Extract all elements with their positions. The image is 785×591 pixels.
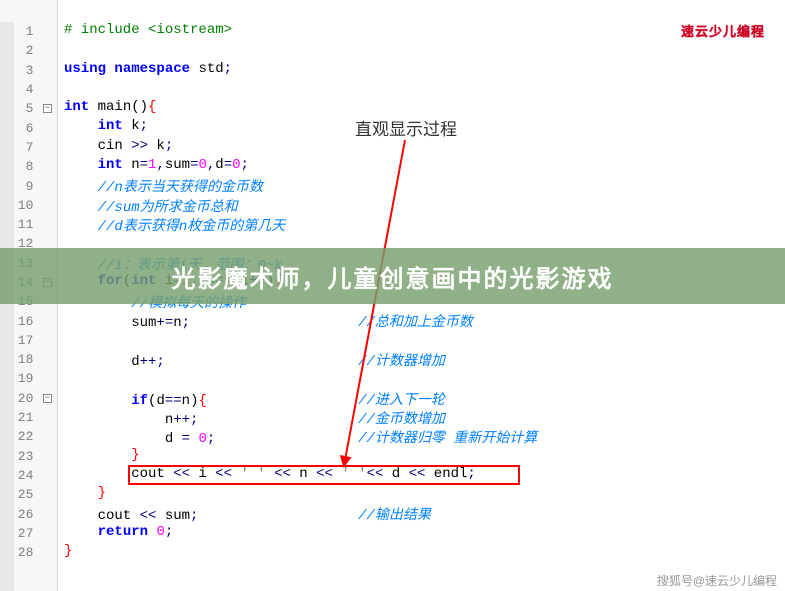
fold-toggle-icon[interactable]: −: [43, 394, 52, 403]
code-line[interactable]: [64, 369, 785, 388]
breakpoint-margin[interactable]: [0, 22, 14, 591]
logo-sub: 少儿编程: [709, 24, 765, 39]
code-line[interactable]: d++; //计数器增加: [64, 350, 785, 369]
logo-main: 速云: [681, 24, 709, 39]
brand-logo: 速云少儿编程: [681, 20, 765, 41]
code-line[interactable]: //sum为所求金币总和: [64, 196, 785, 215]
code-line[interactable]: # include <iostream>: [64, 22, 785, 41]
code-line[interactable]: if(d==n){ //进入下一轮: [64, 389, 785, 408]
title-overlay-banner: 光影魔术师，儿童创意画中的光影游戏: [0, 248, 785, 304]
code-line[interactable]: [64, 80, 785, 99]
code-line[interactable]: using namespace std;: [64, 61, 785, 80]
code-line[interactable]: sum+=n; //总和加上金币数: [64, 311, 785, 330]
code-line[interactable]: }: [64, 543, 785, 562]
code-line[interactable]: //d表示获得n枚金币的第几天: [64, 215, 785, 234]
code-line[interactable]: n++; //金币数增加: [64, 408, 785, 427]
code-line[interactable]: int n=1,sum=0,d=0;: [64, 157, 785, 176]
code-line[interactable]: }: [64, 447, 785, 466]
watermark-text: 搜狐号@速云少儿编程: [657, 572, 777, 589]
fold-toggle-icon[interactable]: −: [43, 104, 52, 113]
code-line[interactable]: cin >> k;: [64, 138, 785, 157]
code-line[interactable]: }: [64, 485, 785, 504]
code-line[interactable]: [64, 41, 785, 60]
code-line[interactable]: cout << i << ' ' << n << ' '<< d << endl…: [64, 466, 785, 485]
code-line[interactable]: return 0;: [64, 524, 785, 543]
code-line[interactable]: //n表示当天获得的金币数: [64, 176, 785, 195]
code-line[interactable]: cout << sum; //输出结果: [64, 504, 785, 523]
annotation-text: 直观显示过程: [355, 115, 457, 140]
code-line[interactable]: d = 0; //计数器归零 重新开始计算: [64, 427, 785, 446]
code-line[interactable]: [64, 331, 785, 350]
